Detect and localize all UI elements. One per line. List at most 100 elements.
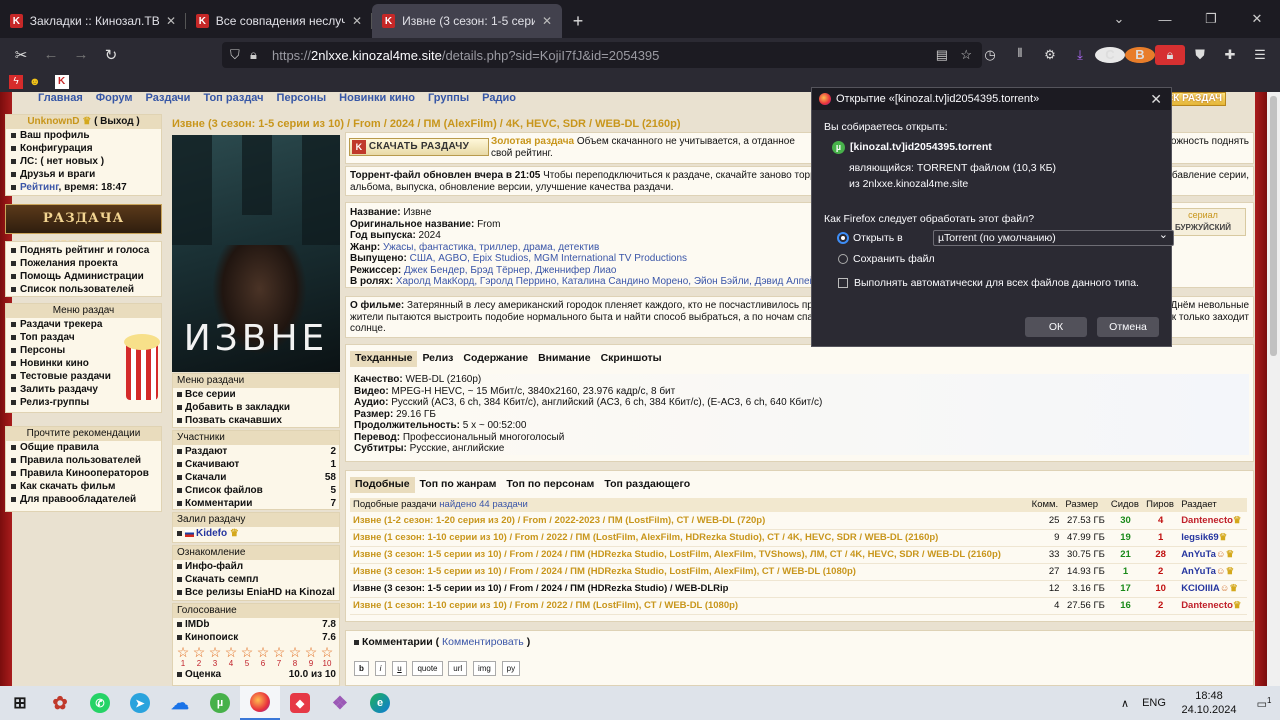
tab-screenshots[interactable]: Скриншоты: [596, 351, 667, 367]
rating-label[interactable]: Рейтинг: [20, 182, 59, 193]
close-tab-icon[interactable]: ✕: [352, 14, 362, 28]
logout-link[interactable]: ( Выход ): [94, 116, 140, 127]
rules-link[interactable]: Правила Кинооператоров: [6, 467, 161, 480]
extension-b-icon[interactable]: B: [1125, 46, 1155, 63]
close-tab-icon[interactable]: ✕: [166, 14, 176, 28]
library-icon[interactable]: 𝍪: [1005, 44, 1035, 66]
poster-image[interactable]: ИЗВНЕ: [172, 135, 340, 372]
uploader-link[interactable]: AnYuTa☺♛: [1178, 546, 1247, 564]
taskbar-app-active[interactable]: [240, 686, 280, 720]
star-icon[interactable]: ☆ 9: [303, 645, 319, 668]
kinopoisk-row[interactable]: Кинопоиск 7.6: [173, 631, 339, 644]
rules-link[interactable]: Для правообладателей: [6, 493, 161, 506]
files-row[interactable]: Список файлов 5: [173, 484, 339, 497]
genre-links[interactable]: Ужасы, фантастика, триллер, драма, детек…: [380, 242, 599, 253]
url-button[interactable]: url: [448, 660, 468, 676]
tab-bookmarks[interactable]: K Закладки :: Кинозал.ТВ ✕: [0, 4, 186, 38]
extension-lock-icon[interactable]: 🔒︎: [1155, 44, 1185, 65]
shield-extension-icon[interactable]: ⛊: [1185, 47, 1215, 63]
release-link[interactable]: Извне (3 сезон: 1-5 серии из 10) / From …: [350, 580, 1029, 598]
show-hidden-icons[interactable]: ∧: [1112, 697, 1138, 710]
save-file-radio[interactable]: Сохранить файл: [838, 253, 935, 265]
nav-link[interactable]: Форум: [96, 92, 133, 105]
star-icon[interactable]: ☆ 2: [191, 645, 207, 668]
star-icon[interactable]: ☆ 10: [319, 645, 335, 668]
uploader-link[interactable]: KCIOIIIA☺♛: [1178, 580, 1247, 598]
uploader-link[interactable]: Dantenecto♛: [1178, 597, 1247, 615]
new-tab-button[interactable]: +: [562, 4, 594, 38]
radio-unselected[interactable]: [838, 254, 848, 265]
nav-link[interactable]: Топ раздач: [203, 92, 263, 105]
release-link[interactable]: Извне (1-2 сезон: 1-20 серия из 20) / Fr…: [350, 512, 1029, 530]
ok-button[interactable]: ОК: [1025, 317, 1087, 337]
studio-links[interactable]: США, AGBO, Epix Studios, MGM Internation…: [407, 253, 687, 264]
close-dialog-icon[interactable]: ✕: [1150, 91, 1162, 108]
forward-button[interactable]: →: [66, 41, 96, 69]
extension-c-icon[interactable]: C: [1095, 46, 1125, 63]
uploader-name[interactable]: Kidefo: [196, 528, 227, 539]
seeders-row[interactable]: Раздают 2: [173, 445, 339, 458]
quote-button[interactable]: quote: [412, 660, 443, 676]
uploader-link[interactable]: AnYuTa☺♛: [1178, 563, 1247, 581]
download-torrent-button[interactable]: K СКАЧАТЬ РАЗДАЧУ: [349, 138, 489, 156]
found-link[interactable]: найдено 44 раздачи: [439, 499, 528, 510]
application-select[interactable]: µTorrent (по умолчанию): [933, 228, 1174, 246]
taskbar-app[interactable]: ✆: [80, 686, 120, 720]
add-bookmark-link[interactable]: Добавить в закладки: [173, 401, 339, 414]
cast-links[interactable]: Гэролд Перрино, Каталина Сандино Морено,…: [477, 276, 852, 287]
mecenat-banner[interactable]: РАЗДАЧА МЕЦЕНАТОВ: [5, 204, 162, 254]
checkbox[interactable]: [838, 278, 848, 289]
all-series-link[interactable]: Все серии: [173, 388, 339, 401]
extensions-puzzle-icon[interactable]: ✚: [1215, 47, 1245, 63]
notifications-icon[interactable]: ▭1: [1248, 696, 1280, 711]
completed-row[interactable]: Скачали 58: [173, 471, 339, 484]
tab-current[interactable]: K Извне (3 сезон: 1-5 серии из 1 ✕: [372, 4, 562, 38]
taskbar-app[interactable]: ❖: [320, 686, 360, 720]
add-comment-link[interactable]: Комментировать: [442, 636, 524, 648]
project-link[interactable]: Список пользователей: [6, 283, 161, 296]
table-row[interactable]: Извне (1-2 сезон: 1-20 серия из 20) / Fr…: [350, 512, 1247, 530]
table-row[interactable]: Извне (1 сезон: 1-10 серии из 10) / From…: [350, 529, 1247, 547]
tab-matches[interactable]: K Все совпадения неслучайны ✕: [186, 4, 372, 38]
release-link[interactable]: Извне (1 сезон: 1-10 серии из 10) / From…: [350, 597, 1029, 615]
shield-icon[interactable]: ⛉: [230, 47, 240, 63]
project-link[interactable]: Поднять рейтинг и голоса: [6, 244, 161, 257]
sample-link[interactable]: Скачать семпл: [173, 573, 339, 586]
taskbar-app[interactable]: ☁: [160, 686, 200, 720]
italic-button[interactable]: i: [374, 660, 387, 676]
star-icon[interactable]: ☆ 7: [271, 645, 287, 668]
lock-icon[interactable]: 🔒︎: [250, 47, 257, 63]
release-link[interactable]: Извне (1 сезон: 1-10 серии из 10) / From…: [350, 529, 1029, 547]
username[interactable]: UnknownD: [27, 116, 79, 127]
gold-label[interactable]: Золотая раздача: [491, 136, 574, 147]
nav-link[interactable]: Персоны: [277, 92, 327, 105]
director-links[interactable]: Джек Бендер, Брэд Тёрнер, Дженнифер Лиао: [401, 265, 616, 276]
pm-link[interactable]: ЛС: ( нет новых ): [6, 155, 161, 168]
rating-link[interactable]: Рейтинг, время: 18:47: [6, 181, 161, 194]
comments-row[interactable]: Комментарии 7: [173, 497, 339, 510]
tools-icon[interactable]: ✂: [6, 41, 36, 69]
table-row[interactable]: Извне (3 сезон: 1-5 серии из 10) / From …: [350, 563, 1247, 581]
rules-link[interactable]: Правила пользователей: [6, 454, 161, 467]
cancel-button[interactable]: Отмена: [1097, 317, 1159, 337]
close-tab-icon[interactable]: ✕: [542, 14, 552, 28]
taskbar-app[interactable]: ✿: [40, 686, 80, 720]
close-window-button[interactable]: ✕: [1234, 11, 1280, 27]
call-downloaders-link[interactable]: Позвать скачавших: [173, 414, 339, 427]
bookmark-lightning-icon[interactable]: ϟ: [9, 74, 23, 89]
table-row[interactable]: Извне (1 сезон: 1-10 серии из 10) / From…: [350, 597, 1247, 615]
back-button[interactable]: ←: [36, 41, 66, 69]
history-icon[interactable]: ◷: [975, 47, 1005, 63]
nav-link[interactable]: Раздачи: [146, 92, 191, 105]
project-link[interactable]: Помощь Администрации: [6, 270, 161, 283]
open-with-radio[interactable]: Открыть в µTorrent (по умолчанию): [838, 228, 1174, 248]
auto-checkbox[interactable]: Выполнять автоматически для всех файлов …: [838, 277, 1139, 289]
tab-techdata[interactable]: Техданные: [350, 351, 418, 367]
project-link[interactable]: Пожелания проекта: [6, 257, 161, 270]
star-icon[interactable]: ☆ 5: [239, 645, 255, 668]
rules-link[interactable]: Общие правила: [6, 441, 161, 454]
clock[interactable]: 18:48 24.10.2024: [1170, 689, 1248, 717]
taskbar-app[interactable]: ◆: [280, 686, 320, 720]
info-file-link[interactable]: Инфо-файл: [173, 560, 339, 573]
bookmark-smiley-icon[interactable]: ☻: [29, 76, 41, 88]
